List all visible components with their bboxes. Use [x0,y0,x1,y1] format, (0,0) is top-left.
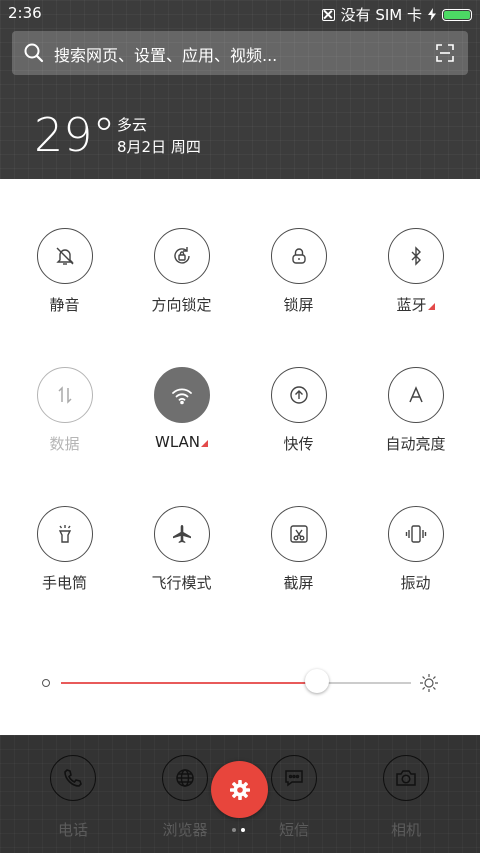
toggle-rotation-lock[interactable]: 方向锁定 [123,228,240,315]
status-time: 2:36 [8,4,42,22]
brightness-high-icon [420,674,438,692]
dock-app-label: 浏览器 [162,821,208,839]
wifi-icon [171,388,192,405]
dock-app-label: 电话 [57,821,88,839]
flashlight-button[interactable] [36,506,93,562]
flashlight-icon [58,525,71,543]
toggle-label: 振动 [400,574,431,592]
auto-brightness-button[interactable] [387,367,444,423]
settings-button[interactable] [211,761,268,818]
brightness-fill [61,682,317,684]
rotation-lock-button[interactable] [153,228,210,284]
toggle-flashlight[interactable]: 手电筒 [6,506,123,593]
toggle-label: 飞行模式 [151,574,212,592]
search-icon [24,43,44,63]
toggle-label: 蓝牙 [357,294,474,315]
scan-icon[interactable] [436,44,454,62]
toggle-auto-brightness[interactable]: 自动亮度 [357,367,474,454]
no-sim-icon [321,8,335,21]
dock-app-phone[interactable]: 电话 [33,755,113,840]
toggle-label: 方向锁定 [151,296,212,314]
wlan-button[interactable] [153,367,210,423]
charging-bolt-icon [428,8,436,21]
mobile-data-button[interactable] [36,367,93,423]
brightness-low-icon [42,679,50,687]
screenshot-icon [289,525,308,543]
toggle-label: 自动亮度 [385,435,446,453]
message-icon [285,770,303,787]
screenshot-button[interactable] [270,506,327,562]
toggle-label: 快传 [283,435,314,453]
weather-temperature: 29° [34,108,116,162]
more-settings-corner-icon [427,303,435,310]
browser-app-icon[interactable] [162,755,208,801]
data-arrows-icon [57,386,72,404]
status-bar: 2:36 没有 SIM 卡 [0,0,480,28]
more-settings-corner-icon [201,440,208,447]
brightness-slider[interactable] [0,669,480,699]
battery-icon [442,8,472,21]
lock-screen-button[interactable] [270,228,327,284]
toggle-label: 锁屏 [283,296,314,314]
page-dot-active [241,828,245,832]
camera-app-icon[interactable] [383,755,429,801]
toggle-mute[interactable]: 静音 [6,228,123,315]
mute-button[interactable] [36,228,93,284]
phone-app-icon[interactable] [50,755,96,801]
page-dot [232,828,236,832]
toggle-label: 手电筒 [41,574,87,592]
search-bar[interactable]: 搜索网页、设置、应用、视频... [12,31,468,75]
brightness-track[interactable] [61,682,411,684]
airplane-mode-button[interactable] [153,506,210,562]
toggle-lock-screen[interactable]: 锁屏 [240,228,357,315]
sim-status-text: 没有 SIM 卡 [340,6,422,24]
page-indicator [232,828,245,832]
airplane-icon [172,525,191,543]
weather-date: 8月2日 周四 [117,138,201,156]
bluetooth-button[interactable] [387,228,444,284]
globe-icon [176,769,194,787]
toggle-screenshot[interactable]: 截屏 [240,506,357,593]
dock-app-label: 相机 [390,821,421,839]
toggle-airplane-mode[interactable]: 飞行模式 [123,506,240,593]
bell-off-icon [55,247,74,265]
toggle-label: 静音 [49,296,80,314]
status-right: 没有 SIM 卡 [321,4,472,25]
bluetooth-label-text: 蓝牙 [396,296,427,314]
rotation-lock-icon [173,247,190,264]
auto-brightness-icon [408,386,423,403]
phone-icon [64,769,82,787]
vibrate-icon [405,525,426,543]
lock-icon [291,248,306,264]
toggle-vibrate[interactable]: 振动 [357,506,474,593]
messages-app-icon[interactable] [271,755,317,801]
dock-app-label: 短信 [278,821,309,839]
gear-icon [229,779,250,800]
vibrate-button[interactable] [387,506,444,562]
brightness-thumb[interactable] [304,669,329,693]
camera-icon [396,770,416,786]
toggle-wlan[interactable]: WLAN [123,367,240,451]
toggle-bluetooth[interactable]: 蓝牙 [357,228,474,315]
bluetooth-icon [411,246,421,266]
upload-icon [289,386,308,404]
toggle-mobile-data[interactable]: 数据 [6,367,123,454]
toggle-quick-transfer[interactable]: 快传 [240,367,357,454]
toggle-label: 截屏 [283,574,314,592]
toggle-label: 数据 [49,435,80,453]
quick-settings-panel: 静音 方向锁定 锁屏 蓝牙 数据 WLAN 快传 自动亮度 手电筒 飞行模式 截… [0,179,480,735]
dock-app-camera[interactable]: 相机 [366,755,446,840]
search-placeholder: 搜索网页、设置、应用、视频... [54,46,278,65]
weather-condition: 多云 [117,116,148,134]
quick-transfer-button[interactable] [270,367,327,423]
wlan-label-text: WLAN [154,433,200,451]
toggle-label: WLAN [123,433,240,451]
